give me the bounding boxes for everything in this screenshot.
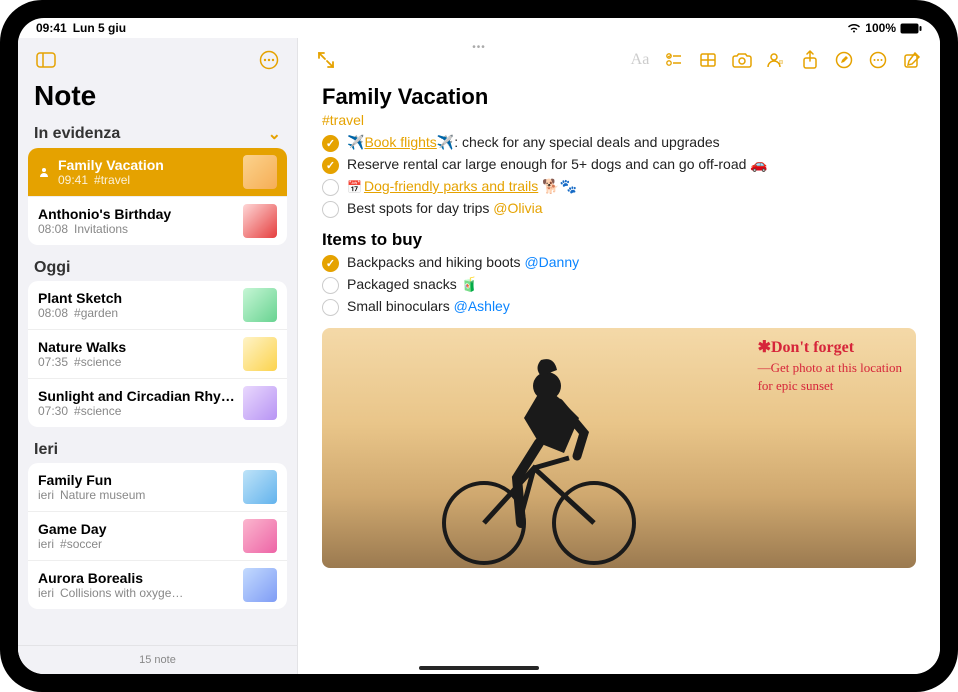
chevron-down-icon: ⌄ (268, 124, 281, 144)
note-thumbnail (243, 155, 277, 189)
mention[interactable]: @Danny (524, 254, 579, 270)
multitask-handle-icon[interactable]: ••• (472, 42, 486, 53)
checkbox-icon[interactable] (322, 179, 339, 196)
note-subheading: Items to buy (322, 230, 916, 250)
note-title: Sunlight and Circadian Rhy… (38, 388, 235, 404)
battery-percent: 100% (865, 21, 896, 35)
note-time: 08:08 (38, 222, 68, 236)
section-header-label: In evidenza (34, 125, 120, 143)
note-list-item[interactable]: Nature Walks 07:35#science (28, 330, 287, 379)
note-thumbnail (243, 337, 277, 371)
note-list-item[interactable]: Sunlight and Circadian Rhy… 07:30#scienc… (28, 379, 287, 427)
more-button[interactable] (864, 46, 892, 74)
checklist-item: Reserve rental car large enough for 5+ d… (322, 154, 916, 176)
note-editor: Aa (298, 38, 940, 674)
checklist-item: Best spots for day trips @Olivia (322, 198, 916, 220)
sidebar-toggle-button[interactable] (32, 46, 60, 74)
checklist-item: ✈️Book flights✈️: check for any special … (322, 132, 916, 154)
cyclist-silhouette-icon (429, 348, 649, 568)
note-list-item[interactable]: Plant Sketch 08:08#garden (28, 281, 287, 330)
status-date: Lun 5 giu (73, 21, 126, 35)
note-title: Anthonio's Birthday (38, 206, 235, 222)
checkbox-icon[interactable] (322, 255, 339, 272)
markup-button[interactable] (830, 46, 858, 74)
handwritten-annotation: ✱Don't forget —Get photo at this locatio… (758, 338, 902, 395)
note-tag: #travel (94, 173, 130, 187)
note-tag: Invitations (74, 222, 128, 236)
share-button[interactable] (796, 46, 824, 74)
note-title: Nature Walks (38, 339, 235, 355)
note-list-item[interactable]: Family Fun ieriNature museum (28, 463, 287, 512)
notes-count: 15 note (18, 645, 297, 674)
note-list-item[interactable]: Anthonio's Birthday 08:08 Invitations (28, 197, 287, 245)
note-thumbnail (243, 470, 277, 504)
notes-sidebar: Note In evidenza ⌄ Family Vacat (18, 38, 298, 674)
section-header-yesterday[interactable]: Ieri (18, 437, 297, 461)
home-indicator[interactable] (419, 666, 539, 670)
checklist-item: Packaged snacks 🧃 (322, 274, 916, 296)
more-options-button[interactable] (255, 46, 283, 74)
section-header-label: Oggi (34, 259, 70, 277)
table-button[interactable] (694, 46, 722, 74)
mention[interactable]: @Olivia (493, 200, 542, 216)
note-attached-image[interactable]: ✱Don't forget —Get photo at this locatio… (322, 328, 916, 568)
section-header-pinned[interactable]: In evidenza ⌄ (18, 120, 297, 146)
battery-icon (900, 23, 922, 34)
note-title: Plant Sketch (38, 290, 235, 306)
note-thumbnail (243, 568, 277, 602)
checklist-item: Small binoculars @Ashley (322, 296, 916, 318)
checklist-items-to-buy: Backpacks and hiking boots @Danny Packag… (322, 252, 916, 318)
collaborate-button[interactable] (762, 46, 790, 74)
note-thumbnail (243, 288, 277, 322)
note-link[interactable]: Book flights (364, 134, 436, 150)
expand-button[interactable] (312, 46, 340, 74)
checkbox-icon[interactable] (322, 135, 339, 152)
note-list-item[interactable]: Family Vacation 09:41 #travel (28, 148, 287, 197)
note-thumbnail (243, 204, 277, 238)
checkbox-icon[interactable] (322, 157, 339, 174)
checklist-item: 📅Dog-friendly parks and trails 🐕🐾 (322, 176, 916, 198)
note-thumbnail (243, 519, 277, 553)
note-link[interactable]: Dog-friendly parks and trails (364, 178, 538, 194)
format-text-button[interactable]: Aa (626, 46, 654, 74)
section-header-label: Ieri (34, 441, 58, 459)
shared-icon (38, 166, 50, 178)
note-title: Game Day (38, 521, 235, 537)
note-title: Aurora Borealis (38, 570, 235, 586)
note-title: Family Fun (38, 472, 235, 488)
note-list-item[interactable]: Game Day ieri#soccer (28, 512, 287, 561)
compose-button[interactable] (898, 46, 926, 74)
note-time: 09:41 (58, 173, 88, 187)
camera-button[interactable] (728, 46, 756, 74)
wifi-icon (847, 23, 861, 33)
note-hashtag[interactable]: #travel (322, 112, 364, 128)
calendar-icon: 📅 (347, 180, 362, 194)
section-header-today[interactable]: Oggi (18, 255, 297, 279)
note-content[interactable]: Family Vacation #travel ✈️Book flights✈️… (298, 80, 940, 674)
checkbox-icon[interactable] (322, 201, 339, 218)
note-title: Family Vacation (58, 157, 235, 173)
status-time: 09:41 (36, 21, 67, 35)
checkbox-icon[interactable] (322, 277, 339, 294)
checkbox-icon[interactable] (322, 299, 339, 316)
note-list-item[interactable]: Aurora Borealis ieriCollisions with oxyg… (28, 561, 287, 609)
checklist-primary: ✈️Book flights✈️: check for any special … (322, 132, 916, 220)
status-bar: 09:41 Lun 5 giu 100% (18, 18, 940, 38)
checklist-button[interactable] (660, 46, 688, 74)
checklist-item: Backpacks and hiking boots @Danny (322, 252, 916, 274)
note-title-heading: Family Vacation (322, 84, 916, 110)
mention[interactable]: @Ashley (454, 298, 510, 314)
note-thumbnail (243, 386, 277, 420)
sidebar-title: Note (18, 78, 297, 120)
